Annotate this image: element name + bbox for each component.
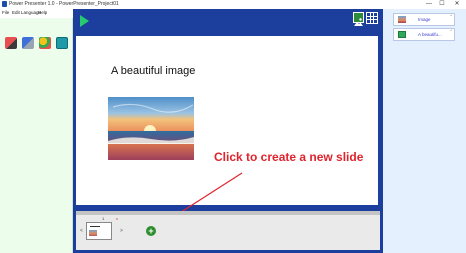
- slide-image[interactable]: [108, 97, 194, 160]
- layer-item-text[interactable]: A beautifu... ^: [393, 28, 455, 41]
- sunset-painting: [108, 97, 194, 160]
- thumbnail-move-left[interactable]: <: [80, 228, 83, 234]
- app-icon: [2, 1, 7, 7]
- maximize-button[interactable]: ☐: [437, 0, 447, 8]
- thumbnail-image: [89, 230, 97, 236]
- layer-move-up[interactable]: ^: [450, 29, 452, 33]
- layer-label: A beautifu...: [418, 32, 442, 37]
- layer-label: Image: [418, 17, 431, 22]
- grid-icon[interactable]: [366, 12, 378, 24]
- annotation-text: Click to create a new slide: [214, 150, 364, 164]
- filmstrip-scrollbar[interactable]: [76, 211, 380, 215]
- shapes-tool-icon[interactable]: [39, 37, 51, 49]
- text-layer-icon: [398, 31, 406, 38]
- thumbnail-move-right[interactable]: >: [120, 228, 123, 234]
- menu-file[interactable]: File: [2, 9, 9, 16]
- close-button[interactable]: ✕: [452, 0, 462, 8]
- add-slide-button[interactable]: +: [146, 226, 156, 236]
- layers-panel: [383, 9, 466, 253]
- screen-tool-icon[interactable]: [56, 37, 68, 49]
- menu-edit[interactable]: Edit: [12, 9, 20, 16]
- thumbnail-delete[interactable]: x: [116, 216, 118, 221]
- layer-move-up[interactable]: ^: [450, 14, 452, 18]
- slide-tool-icon[interactable]: [5, 37, 17, 49]
- menu-help[interactable]: Help: [38, 9, 47, 16]
- layer-item-image[interactable]: Image ^: [393, 13, 455, 26]
- window-title: Power Presenter 1.0 - PowerPresenter_Pro…: [9, 1, 119, 7]
- play-icon[interactable]: [80, 15, 89, 27]
- image-icon-glyph: [354, 18, 363, 26]
- camera-tool-icon[interactable]: [22, 37, 34, 49]
- slide-title-text[interactable]: A beautiful image: [111, 65, 195, 77]
- thumbnail-title-line: [90, 226, 100, 227]
- image-layer-icon: [398, 16, 406, 23]
- image-icon[interactable]: [353, 12, 364, 26]
- title-bar: Power Presenter 1.0 - PowerPresenter_Pro…: [0, 0, 466, 9]
- minimize-button[interactable]: —: [424, 0, 434, 8]
- thumbnail-slide-number: 1: [102, 216, 105, 221]
- toolbox-panel: [0, 18, 73, 253]
